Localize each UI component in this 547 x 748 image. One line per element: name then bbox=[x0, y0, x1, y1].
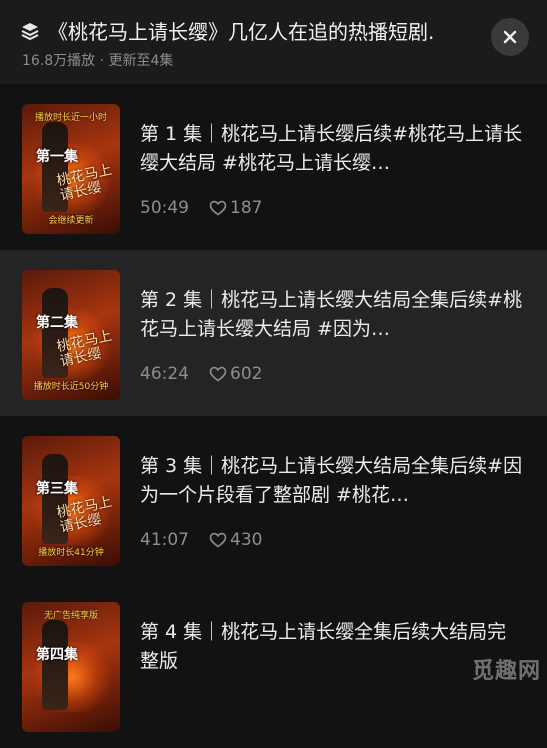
episode-item-2[interactable]: 第二集 桃花马上请长缨 播放时长近50分钟 第 2 集｜桃花马上请长缨大结局全集… bbox=[0, 250, 547, 416]
thumbnail-episode-mark: 第四集 bbox=[36, 647, 78, 663]
episode-thumbnail[interactable]: 第二集 桃花马上请长缨 播放时长近50分钟 bbox=[22, 270, 120, 400]
episode-thumbnail[interactable]: 第三集 桃花马上请长缨 播放时长41分钟 bbox=[22, 436, 120, 566]
episode-item-1[interactable]: 播放时长近一小时 第一集 桃花马上请长缨 会继续更新 第 1 集｜桃花马上请长缨… bbox=[0, 84, 547, 250]
episode-title[interactable]: 第 4 集｜桃花马上请长缨全集后续大结局完整版 bbox=[140, 618, 525, 676]
episode-duration: 46:24 bbox=[140, 364, 189, 384]
episode-meta: 50:49 187 bbox=[140, 198, 262, 218]
collection-title-row: 《桃花马上请长缨》几亿人在追的热播短剧. bbox=[20, 16, 487, 45]
thumbnail-caption-bottom: 播放时长41分钟 bbox=[38, 548, 104, 558]
episode-item-3[interactable]: 第三集 桃花马上请长缨 播放时长41分钟 第 3 集｜桃花马上请长缨大结局全集后… bbox=[0, 416, 547, 582]
episode-title[interactable]: 第 2 集｜桃花马上请长缨大结局全集后续#桃花马上请长缨大结局 #因为… bbox=[140, 286, 525, 344]
heart-outline-icon bbox=[209, 366, 227, 382]
episode-title[interactable]: 第 1 集｜桃花马上请长缨后续#桃花马上请长缨大结局 #桃花马上请长缨… bbox=[140, 120, 525, 178]
episode-title[interactable]: 第 3 集｜桃花马上请长缨大结局全集后续#因为一个片段看了整部剧 #桃花… bbox=[140, 452, 525, 510]
episode-thumbnail[interactable]: 播放时长近一小时 第一集 桃花马上请长缨 会继续更新 bbox=[22, 104, 120, 234]
thumbnail-caption-bottom: 会继续更新 bbox=[48, 216, 94, 226]
site-watermark: 觅趣网 bbox=[471, 658, 541, 684]
thumbnail-episode-mark: 第一集 bbox=[36, 149, 78, 165]
episode-meta: 41:07 430 bbox=[140, 530, 262, 550]
collection-stats: 16.8万播放 · 更新至4集 bbox=[22, 53, 174, 69]
episode-duration: 50:49 bbox=[140, 198, 189, 218]
close-icon bbox=[503, 30, 517, 44]
episode-likes: 430 bbox=[230, 530, 263, 550]
episode-duration: 41:07 bbox=[140, 530, 189, 550]
close-button[interactable] bbox=[491, 18, 529, 56]
episode-thumbnail[interactable]: 无广告纯享版 第四集 bbox=[22, 602, 120, 732]
thumbnail-figure bbox=[42, 620, 68, 710]
collection-title: 《桃花马上请长缨》几亿人在追的热播短剧. bbox=[48, 20, 435, 44]
episode-list: 播放时长近一小时 第一集 桃花马上请长缨 会继续更新 第 1 集｜桃花马上请长缨… bbox=[0, 84, 547, 748]
thumbnail-episode-mark: 第二集 bbox=[36, 315, 78, 331]
episode-likes: 187 bbox=[230, 198, 263, 218]
thumbnail-caption-bottom: 播放时长近50分钟 bbox=[33, 382, 109, 392]
episode-meta: 46:24 602 bbox=[140, 364, 262, 384]
collection-stack-icon bbox=[21, 22, 39, 40]
thumbnail-caption-top: 无广告纯享版 bbox=[43, 611, 98, 621]
episode-item-4[interactable]: 无广告纯享版 第四集 第 4 集｜桃花马上请长缨全集后续大结局完整版 bbox=[0, 582, 547, 748]
heart-outline-icon bbox=[209, 532, 227, 548]
thumbnail-caption-top: 播放时长近一小时 bbox=[34, 113, 107, 123]
thumbnail-episode-mark: 第三集 bbox=[36, 481, 78, 497]
heart-outline-icon bbox=[209, 200, 227, 216]
header: 《桃花马上请长缨》几亿人在追的热播短剧. 16.8万播放 · 更新至4集 bbox=[0, 0, 547, 84]
episode-likes: 602 bbox=[230, 364, 263, 384]
